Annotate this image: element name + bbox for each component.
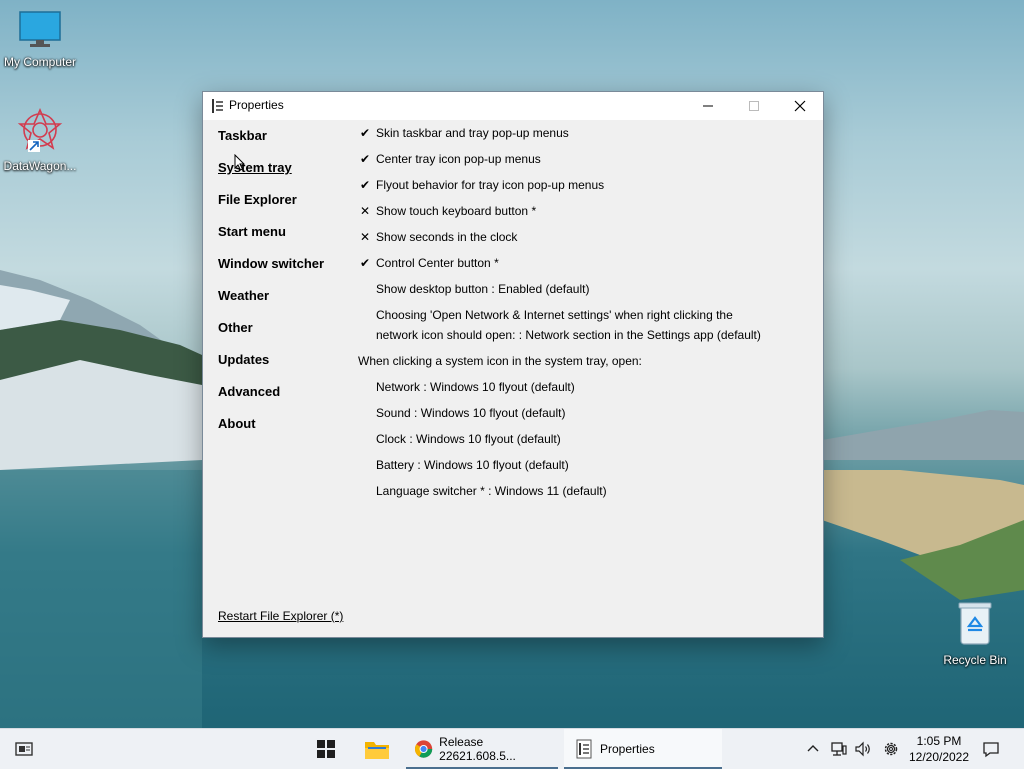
desktop-icon-label: My Computer [3,55,77,69]
network-icon [831,742,847,756]
nav-item-file-explorer[interactable]: File Explorer [218,192,324,224]
datawagon-icon [17,107,63,152]
taskbar-app-chrome[interactable]: Release 22621.608.5... [406,729,558,769]
nav-item-start-menu[interactable]: Start menu [218,224,324,256]
check-icon: ✔ [359,126,371,140]
notification-icon [983,742,999,758]
show-hidden-icons-button[interactable] [806,729,820,769]
network-tray-button[interactable] [830,729,848,769]
nav-item-updates[interactable]: Updates [218,352,324,384]
properties-app-icon [212,99,223,113]
recycle-bin-icon [958,602,992,645]
notifications-button[interactable] [982,729,1000,769]
desktop-icon-datawagon[interactable]: DataWagon... [0,106,80,173]
check-icon: ✔ [359,256,371,270]
taskbar: Release 22621.608.5... Properties 1:05 P… [0,728,1024,769]
setting-label: Show desktop button : Enabled (default) [376,282,590,296]
window-title: Properties [229,98,284,112]
setting-label: Choosing 'Open Network & Internet settin… [376,308,733,322]
folder-icon [365,742,389,759]
desktop-icon-recycle-bin[interactable]: Recycle Bin [935,600,1015,667]
maximize-icon [749,101,759,111]
settings-tray-button[interactable] [882,729,900,769]
nav-item-about[interactable]: About [218,416,324,448]
title-bar[interactable]: Properties [203,92,823,120]
clock-date: 12/20/2022 [908,750,970,764]
setting-label: Network : Windows 10 flyout (default) [376,380,575,394]
desktop-icon-my-computer[interactable]: My Computer [0,10,80,69]
widgets-button[interactable] [14,729,34,769]
desktop-icon-label: Recycle Bin [943,653,1007,667]
setting-label: Control Center button * [376,256,499,270]
taskbar-app-label: Properties [600,742,655,756]
cross-icon: ✕ [359,230,371,244]
check-icon: ✔ [359,152,371,166]
restart-explorer-link[interactable]: Restart File Explorer (*) [218,609,343,623]
clock-time: 1:05 PM [916,734,962,748]
chevron-up-icon [807,745,819,752]
taskbar-app-label: Release 22621.608.5... [439,735,516,763]
maximize-button[interactable] [731,92,777,120]
properties-app-icon [576,739,592,759]
taskbar-clock[interactable]: 1:05 PM 12/20/2022 [908,733,970,765]
setting-label: Center tray icon pop-up menus [376,152,541,166]
settings-nav: Taskbar System tray File Explorer Start … [218,128,324,448]
widgets-icon [15,742,33,756]
taskbar-app-properties[interactable]: Properties [564,729,722,769]
check-icon: ✔ [359,178,371,192]
nav-item-weather[interactable]: Weather [218,288,324,320]
volume-tray-button[interactable] [854,729,872,769]
setting-label: Battery : Windows 10 flyout (default) [376,458,569,472]
section-heading-text: When clicking a system icon in the syste… [358,354,642,368]
setting-label: Language switcher * : Windows 11 (defaul… [376,484,607,498]
nav-item-window-switcher[interactable]: Window switcher [218,256,324,288]
close-icon [794,100,806,112]
minimize-icon [703,105,713,107]
gear-icon [884,742,898,756]
setting-label: Skin taskbar and tray pop-up menus [376,126,569,140]
file-explorer-button[interactable] [364,729,390,769]
chrome-icon [414,740,433,758]
speaker-icon [855,741,870,757]
setting-label: Show seconds in the clock [376,230,518,244]
setting-label: Show touch keyboard button * [376,204,537,218]
windows-logo-icon [317,740,335,758]
setting-label: Flyout behavior for tray icon pop-up men… [376,178,605,192]
monitor-icon [19,11,61,47]
start-button[interactable] [316,729,336,769]
close-button[interactable] [777,92,823,120]
setting-label: Sound : Windows 10 flyout (default) [376,406,566,420]
desktop-icon-label: DataWagon... [3,159,77,173]
minimize-button[interactable] [685,92,731,120]
nav-item-advanced[interactable]: Advanced [218,384,324,416]
cross-icon: ✕ [359,204,371,218]
nav-item-other[interactable]: Other [218,320,324,352]
mouse-cursor-icon [234,154,246,171]
setting-label: network icon should open: : Network sect… [376,328,761,342]
properties-window: Properties Taskbar System tray File Expl… [202,91,824,638]
setting-label: Clock : Windows 10 flyout (default) [376,432,561,446]
